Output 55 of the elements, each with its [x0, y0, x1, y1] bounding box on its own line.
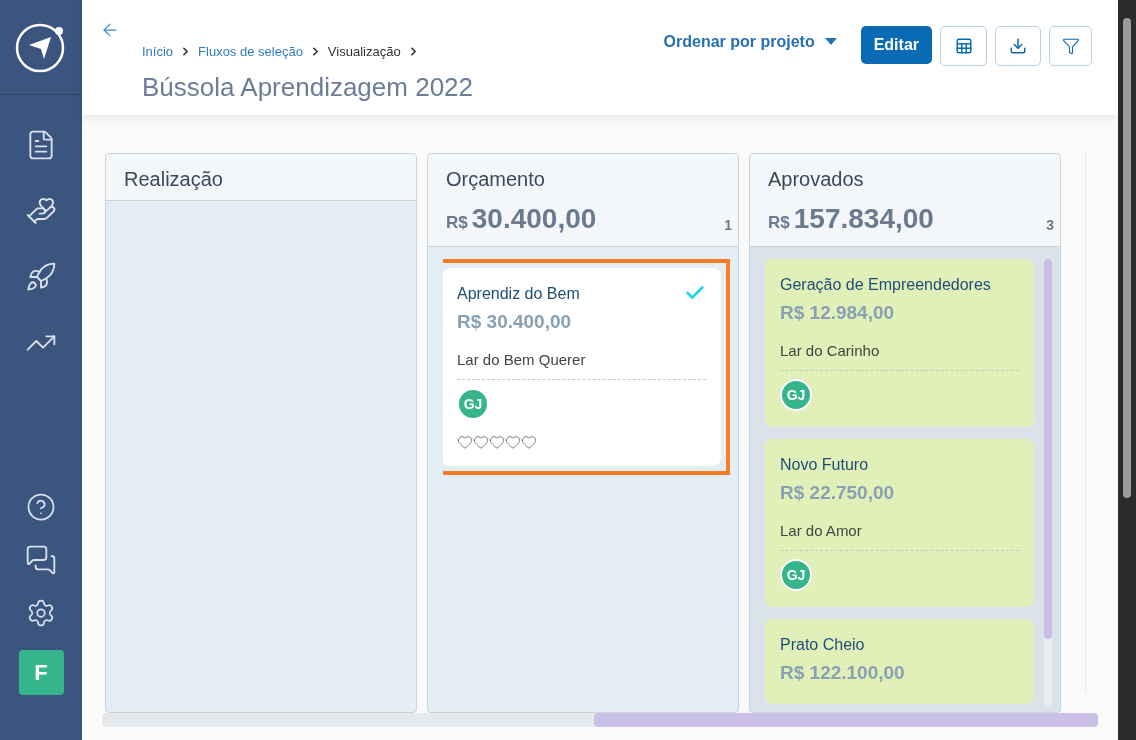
currency-label: R$ [768, 212, 790, 234]
project-card[interactable]: Aprendiz do Bem R$ 30.400,00 Lar do Bem Querer GJ [443, 268, 721, 466]
edit-button[interactable]: Editar [860, 26, 932, 64]
column-total: 157.834,00 [793, 202, 934, 236]
table-icon [954, 37, 973, 55]
heart-icon[interactable] [505, 434, 521, 450]
download-icon [1009, 37, 1027, 55]
page-title: Bússola Aprendizagem 2022 [142, 70, 473, 104]
project-name: Prato Cheio [780, 635, 865, 655]
hand-heart-icon[interactable] [25, 195, 57, 227]
column-title: Realização [124, 167, 224, 192]
project-amount: R$ 122.100,00 [780, 661, 906, 685]
project-name: Novo Futuro [780, 455, 869, 475]
user-avatar: GJ [457, 388, 489, 420]
browser-scrollbar[interactable] [1118, 0, 1136, 740]
heart-icon[interactable] [489, 434, 505, 450]
breadcrumb-link[interactable]: Início [142, 42, 174, 62]
caret-icon [824, 38, 837, 46]
sort-dropdown[interactable]: Ordenar por projeto [663, 30, 837, 54]
heart-icon[interactable] [521, 434, 537, 450]
heart-icon[interactable] [473, 434, 489, 450]
rocket-icon[interactable] [25, 261, 57, 293]
card-count: 1 [724, 216, 732, 235]
project-card[interactable]: Novo Futuro R$ 22.750,00 Lar do Amor GJ [765, 439, 1034, 607]
currency-label: R$ [446, 212, 468, 234]
chat-icon[interactable] [25, 544, 57, 576]
column-title: Orçamento [446, 167, 546, 192]
download-button[interactable] [995, 26, 1041, 66]
column-title: Aprovados [768, 167, 865, 192]
heart-icon[interactable] [457, 434, 473, 450]
organization-name: Lar do Carinho [780, 340, 881, 361]
help-icon[interactable] [26, 492, 56, 522]
compass-logo-icon[interactable] [15, 21, 67, 73]
project-card[interactable]: Geração de Empreendedores R$ 12.984,00 Lar do Carinho GJ [765, 259, 1034, 427]
project-amount: R$ 30.400,00 [457, 310, 573, 334]
project-amount: R$ 22.750,00 [780, 481, 896, 505]
filter-icon [1061, 37, 1080, 55]
project-amount: R$ 12.984,00 [780, 301, 896, 325]
project-name: Geração de Empreendedores [780, 275, 991, 295]
organization-name: Lar do Amor [780, 520, 863, 541]
column-total: 30.400,00 [471, 202, 597, 236]
breadcrumb-link[interactable]: Fluxos de seleção [198, 42, 303, 62]
horizontal-scrollbar[interactable] [102, 713, 1098, 727]
table-view-button[interactable] [940, 26, 987, 66]
heart-rating[interactable] [457, 434, 537, 450]
project-name: Aprendiz do Bem [457, 284, 580, 304]
vertical-scrollbar[interactable] [1044, 259, 1052, 706]
filter-button[interactable] [1049, 26, 1092, 66]
project-card[interactable]: Prato Cheio R$ 122.100,00 [765, 619, 1034, 704]
breadcrumb-current: Visualização [327, 43, 401, 61]
user-avatar: GJ [780, 559, 812, 591]
card-count: 3 [1046, 216, 1054, 235]
user-avatar: GJ [780, 379, 812, 411]
settings-icon[interactable] [26, 598, 56, 628]
organization-name: Lar do Bem Querer [457, 349, 587, 370]
